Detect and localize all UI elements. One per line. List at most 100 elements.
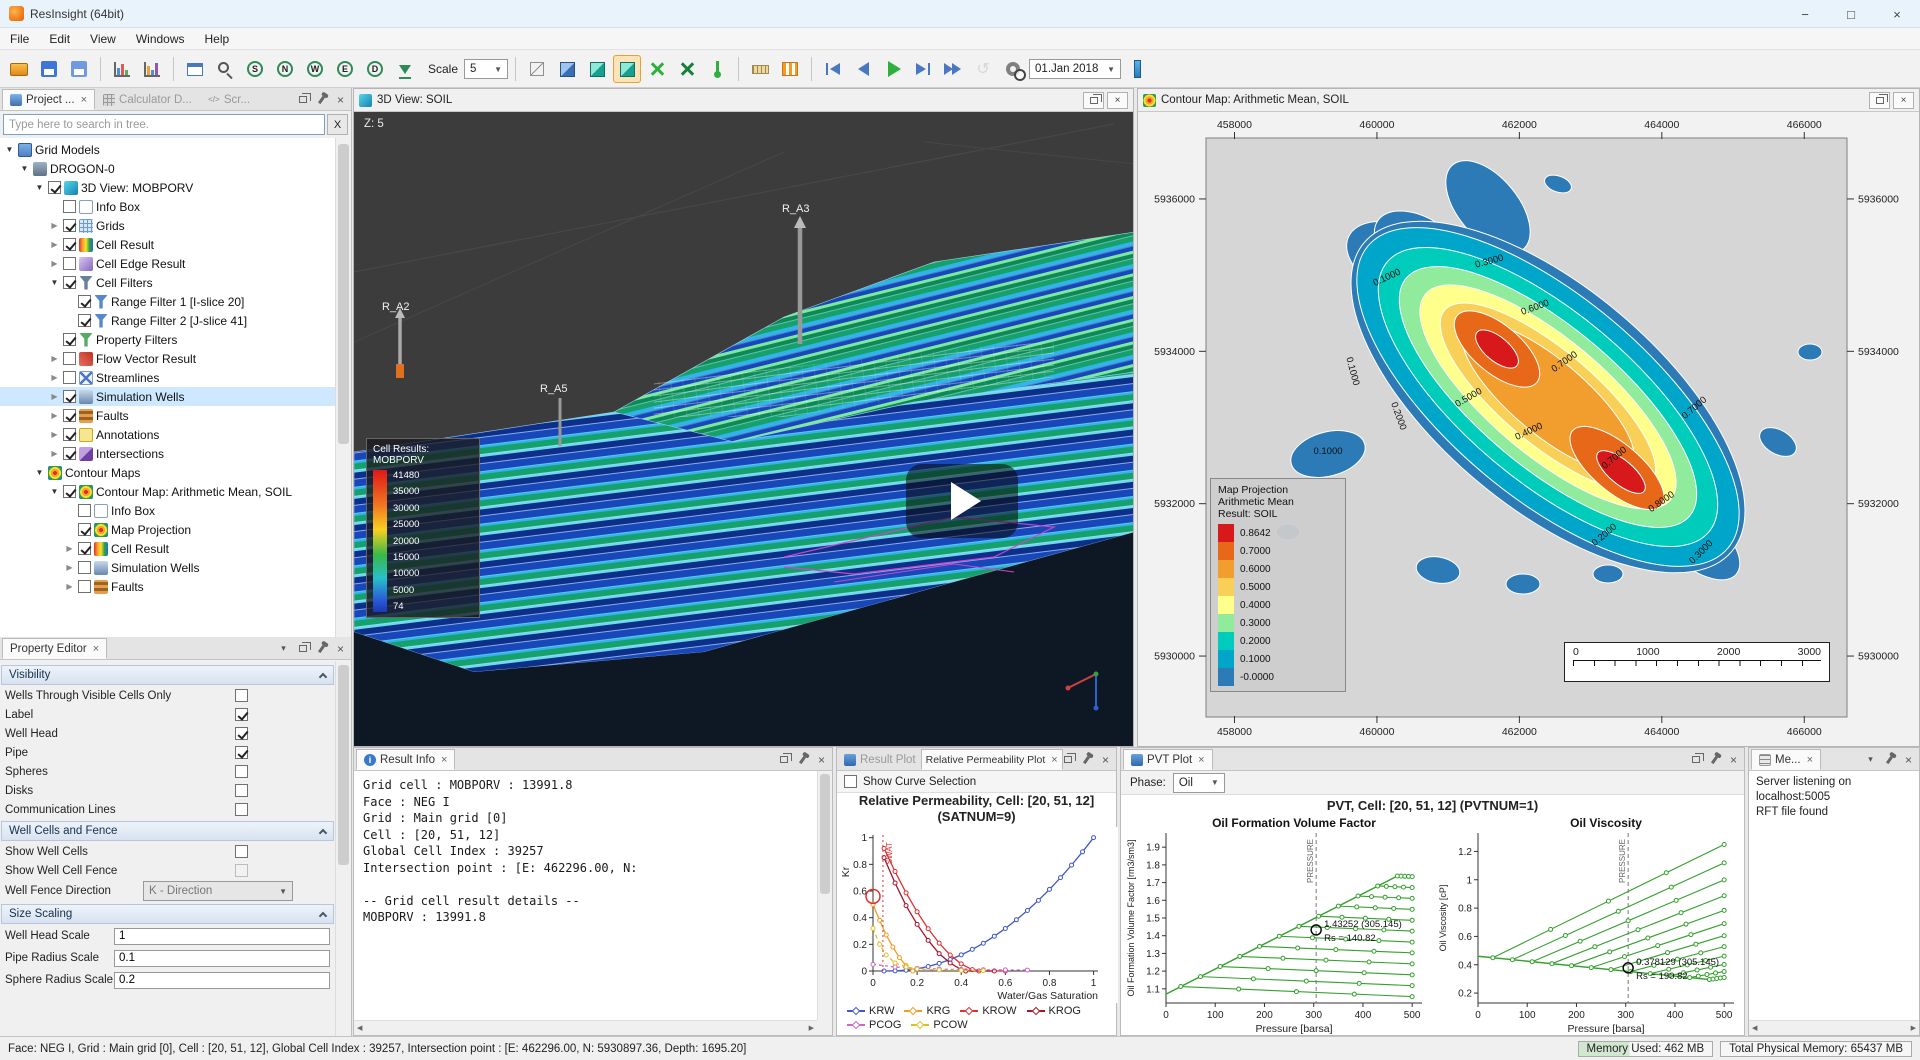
checkbox[interactable] bbox=[78, 314, 91, 327]
pin-button[interactable] bbox=[313, 640, 330, 657]
expand-arrow[interactable]: ▶ bbox=[64, 563, 75, 572]
expand-arrow[interactable]: ▼ bbox=[34, 468, 45, 477]
tab-close-icon[interactable] bbox=[81, 94, 87, 106]
section-visibility[interactable]: Visibility bbox=[1, 665, 334, 685]
undo-icon[interactable]: ↺ bbox=[969, 55, 997, 83]
legend-krw[interactable]: KRW bbox=[847, 1005, 894, 1017]
legend-krog[interactable]: KROG bbox=[1027, 1005, 1081, 1017]
expand-arrow[interactable]: ▶ bbox=[49, 259, 60, 268]
checkbox[interactable] bbox=[78, 542, 91, 555]
close-view-button[interactable]: × bbox=[1107, 92, 1128, 109]
close-panel-button[interactable] bbox=[1097, 751, 1114, 768]
restore-button[interactable] bbox=[1083, 92, 1104, 109]
expand-arrow[interactable]: ▼ bbox=[34, 183, 45, 192]
legend-krg[interactable]: KRG bbox=[904, 1005, 950, 1017]
tab-result-info[interactable]: Result Info bbox=[356, 749, 455, 770]
tree-item-flow-vector-result[interactable]: ▶Flow Vector Result bbox=[0, 349, 335, 368]
expand-arrow[interactable]: ▶ bbox=[49, 221, 60, 230]
grid-faults-icon[interactable] bbox=[613, 55, 641, 83]
view-settings-icon[interactable] bbox=[999, 55, 1027, 83]
tree-item-map-projection[interactable]: Map Projection bbox=[0, 520, 335, 539]
tree-scrollbar[interactable] bbox=[335, 138, 351, 637]
checkbox[interactable] bbox=[78, 523, 91, 536]
view-west-icon[interactable]: W bbox=[301, 55, 329, 83]
tab-messages[interactable]: Me... bbox=[1751, 749, 1821, 770]
checkbox-spheres[interactable] bbox=[235, 765, 248, 778]
anim-last-icon[interactable] bbox=[939, 55, 967, 83]
menu-view[interactable]: View bbox=[80, 28, 126, 50]
result-info-hscroll[interactable]: ◀▶ bbox=[354, 1020, 817, 1035]
tree-item-annotations[interactable]: ▶Annotations bbox=[0, 425, 335, 444]
dropdown-button[interactable] bbox=[1862, 751, 1879, 768]
tree-item-cell-edge-result[interactable]: ▶Cell Edge Result bbox=[0, 254, 335, 273]
expand-arrow[interactable]: ▼ bbox=[49, 487, 60, 496]
float-button[interactable] bbox=[294, 91, 311, 108]
tree-item-3d-view-mobporv[interactable]: ▼3D View: MOBPORV bbox=[0, 178, 335, 197]
tab-property-editor[interactable]: Property Editor bbox=[2, 638, 107, 659]
float-button[interactable] bbox=[775, 751, 792, 768]
measurement-icon[interactable] bbox=[746, 55, 774, 83]
tab-project-tree[interactable]: Project ... bbox=[2, 89, 95, 110]
tree-item-contour-maps[interactable]: ▼Contour Maps bbox=[0, 463, 335, 482]
input-pipe-radius-scale[interactable] bbox=[114, 950, 330, 967]
checkbox[interactable] bbox=[63, 409, 76, 422]
checkbox[interactable] bbox=[78, 561, 91, 574]
legend-pcow[interactable]: PCOW bbox=[911, 1019, 967, 1031]
video-play-button[interactable] bbox=[906, 464, 1018, 538]
pin-button[interactable] bbox=[794, 751, 811, 768]
section-well-cells-and-fence[interactable]: Well Cells and Fence bbox=[1, 821, 334, 841]
menu-file[interactable]: File bbox=[0, 28, 39, 50]
tree-item-info-box[interactable]: Info Box bbox=[0, 197, 335, 216]
tab-calculator[interactable]: Calculator D... bbox=[95, 89, 200, 110]
pin-button[interactable] bbox=[1706, 751, 1723, 768]
view-south-icon[interactable]: S bbox=[241, 55, 269, 83]
tree-item-contour-map-arithmetic-mean-soil[interactable]: ▼Contour Map: Arithmetic Mean, SOIL bbox=[0, 482, 335, 501]
checkbox-show-well-cell-fence[interactable] bbox=[235, 864, 248, 877]
checkbox[interactable] bbox=[48, 181, 61, 194]
tree-item-info-box[interactable]: Info Box bbox=[0, 501, 335, 520]
tab-close-icon[interactable] bbox=[1198, 754, 1204, 766]
grid-box-icon[interactable] bbox=[523, 55, 551, 83]
menu-windows[interactable]: Windows bbox=[126, 28, 195, 50]
expand-arrow[interactable]: ▼ bbox=[49, 278, 60, 287]
injection-flow-icon[interactable] bbox=[673, 55, 701, 83]
tree-item-cell-result[interactable]: ▶Cell Result bbox=[0, 235, 335, 254]
checkbox[interactable] bbox=[63, 219, 76, 232]
anim-first-icon[interactable] bbox=[819, 55, 847, 83]
input-sphere-radius-scale[interactable] bbox=[114, 972, 330, 989]
messages-hscroll[interactable]: ◀▶ bbox=[1749, 1020, 1919, 1035]
float-button[interactable] bbox=[1059, 751, 1076, 768]
tree-search-input[interactable] bbox=[3, 114, 325, 135]
checkbox[interactable] bbox=[78, 504, 91, 517]
checkbox-disks[interactable] bbox=[235, 784, 248, 797]
open-project-icon[interactable] bbox=[5, 55, 33, 83]
close-panel-button[interactable] bbox=[1900, 751, 1917, 768]
tree-item-cell-result[interactable]: ▶Cell Result bbox=[0, 539, 335, 558]
property-scrollbar[interactable] bbox=[335, 661, 351, 1036]
tree-item-faults[interactable]: ▶Faults bbox=[0, 406, 335, 425]
legend-pcog[interactable]: PCOG bbox=[847, 1019, 901, 1031]
menu-edit[interactable]: Edit bbox=[39, 28, 80, 50]
close-view-button[interactable]: × bbox=[1893, 92, 1914, 109]
flow-arrows-icon[interactable] bbox=[643, 55, 671, 83]
contour-map-viewport[interactable]: 4580004580004600004600004620004620004640… bbox=[1138, 112, 1919, 746]
tab-close-icon[interactable] bbox=[1051, 754, 1057, 766]
float-button[interactable] bbox=[294, 640, 311, 657]
checkbox[interactable] bbox=[63, 333, 76, 346]
tree-item-streamlines[interactable]: ▶Streamlines bbox=[0, 368, 335, 387]
expand-arrow[interactable]: ▶ bbox=[49, 354, 60, 363]
tree-item-simulation-wells[interactable]: ▶Simulation Wells bbox=[0, 558, 335, 577]
expand-arrow[interactable]: ▶ bbox=[49, 392, 60, 401]
expand-arrow[interactable]: ▶ bbox=[49, 373, 60, 382]
view-down-icon[interactable]: D bbox=[361, 55, 389, 83]
expand-arrow[interactable]: ▶ bbox=[64, 544, 75, 553]
show-curve-selection-checkbox[interactable] bbox=[844, 775, 857, 788]
expand-arrow[interactable]: ▼ bbox=[19, 164, 30, 173]
tree-item-property-filters[interactable]: Property Filters bbox=[0, 330, 335, 349]
tab-relperm-plot[interactable]: Relative Permeability Plot bbox=[921, 749, 1063, 770]
legend-krow[interactable]: KROW bbox=[960, 1005, 1016, 1017]
checkbox-pipe[interactable] bbox=[235, 746, 248, 759]
close-panel-button[interactable] bbox=[813, 751, 830, 768]
tab-pvt-plot[interactable]: PVT Plot bbox=[1123, 749, 1213, 770]
result-info-vscroll[interactable] bbox=[817, 771, 832, 1020]
